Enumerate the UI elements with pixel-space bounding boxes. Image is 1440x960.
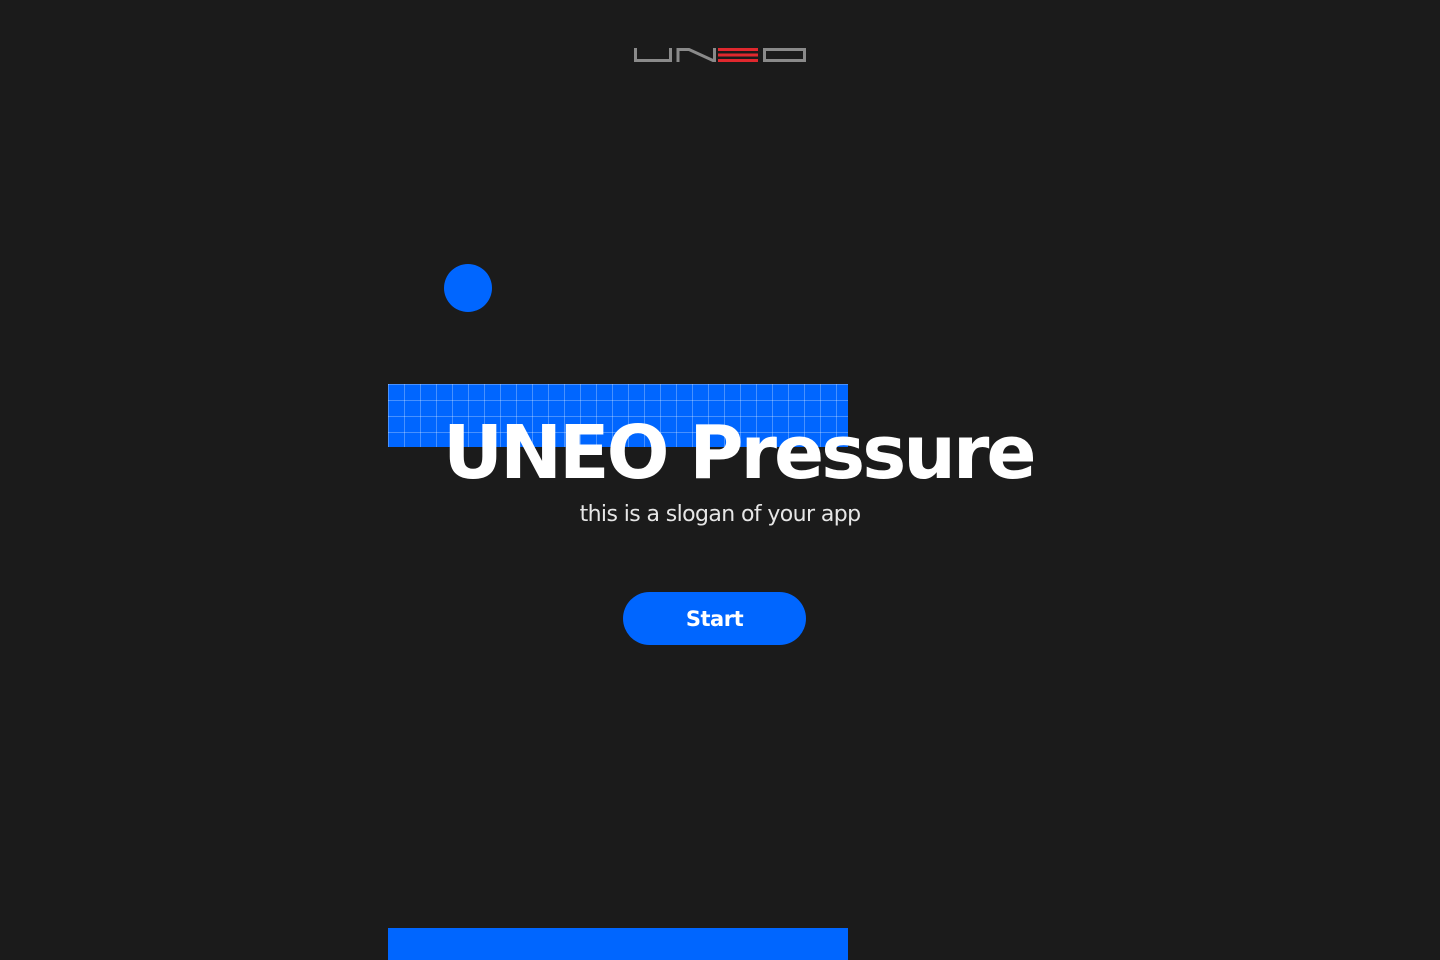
bottom-bar-decoration: [388, 928, 848, 960]
blue-circle-decoration: [444, 264, 492, 312]
uneo-logo-icon: [634, 48, 806, 62]
start-button[interactable]: Start: [623, 592, 806, 645]
app-slogan: this is a slogan of your app: [579, 502, 861, 527]
app-title: UNEO Pressure: [443, 410, 1037, 496]
splash-screen: UNEO Pressure this is a slogan of your a…: [0, 0, 1440, 960]
uneo-logo: [633, 47, 807, 63]
